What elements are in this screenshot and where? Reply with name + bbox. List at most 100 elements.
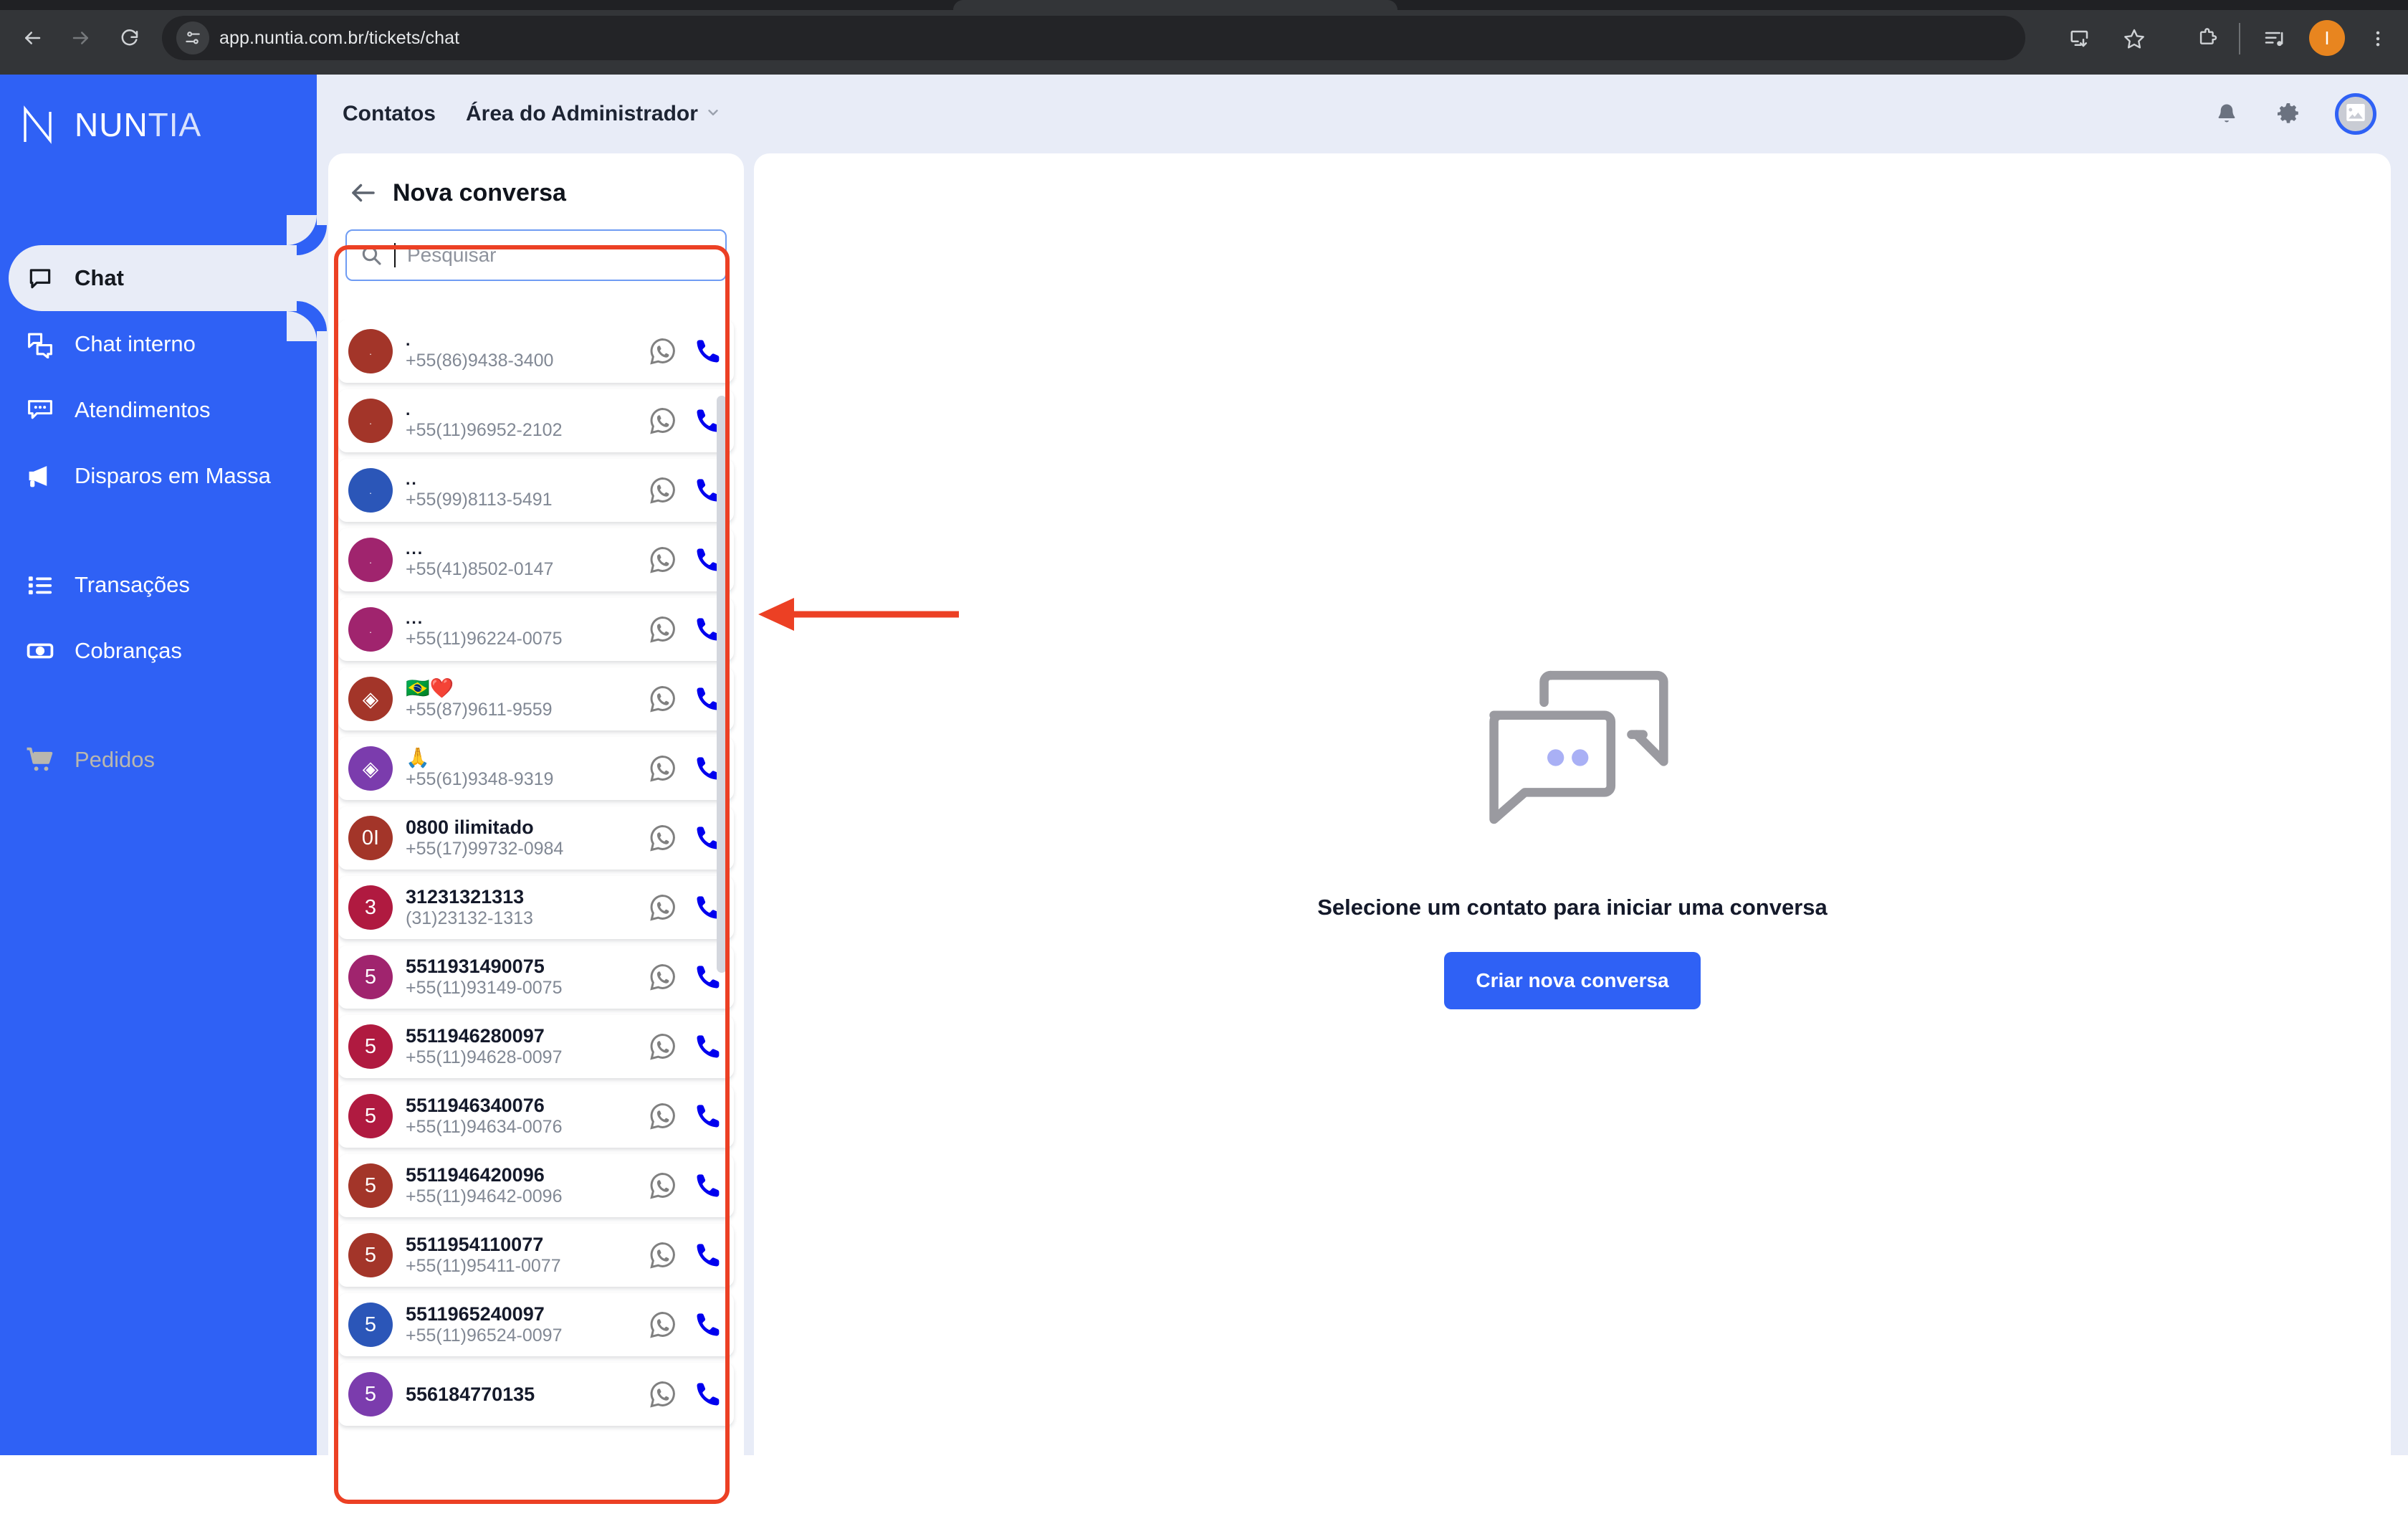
contact-row[interactable]: .. +55(86)9438-3400 bbox=[338, 320, 734, 383]
header-link-label: Contatos bbox=[343, 102, 436, 125]
chrome-profile-avatar[interactable]: I bbox=[2309, 20, 2345, 56]
whatsapp-icon[interactable] bbox=[648, 475, 678, 505]
phone-icon[interactable] bbox=[694, 1241, 722, 1270]
contact-phone: +55(11)95411-0077 bbox=[406, 1256, 561, 1277]
whatsapp-icon[interactable] bbox=[648, 823, 678, 853]
contact-row[interactable]: 0I 0800 ilimitado +55(17)99732-0984 bbox=[338, 806, 734, 870]
whatsapp-icon[interactable] bbox=[648, 1240, 678, 1270]
contact-text: . +55(86)9438-3400 bbox=[406, 331, 642, 371]
phone-icon[interactable] bbox=[694, 1171, 722, 1200]
contact-row[interactable]: 5 5511965240097 +55(11)96524-0097 bbox=[338, 1293, 734, 1356]
contact-phone: +55(87)9611-9559 bbox=[406, 700, 553, 720]
sidebar-item-label: Transações bbox=[75, 572, 190, 597]
phone-icon[interactable] bbox=[694, 1032, 722, 1061]
contact-row[interactable]: 5 5511946420096 +55(11)94642-0096 bbox=[338, 1154, 734, 1217]
contact-list[interactable]: .. +55(86)9438-3400.. +55(11)96952-2102...… bbox=[328, 320, 744, 1519]
install-app-icon[interactable] bbox=[2063, 22, 2097, 56]
address-bar[interactable]: app.nuntia.com.br/tickets/chat bbox=[162, 16, 2025, 60]
phone-icon[interactable] bbox=[694, 1380, 722, 1409]
contact-text: .. +55(99)8113-5491 bbox=[406, 470, 642, 510]
contact-row[interactable]: .... +55(41)8502-0147 bbox=[338, 528, 734, 591]
extensions-puzzle-icon[interactable] bbox=[2190, 22, 2225, 56]
contact-row[interactable]: 5 5511931490075 +55(11)93149-0075 bbox=[338, 946, 734, 1009]
gear-icon[interactable] bbox=[2273, 99, 2303, 129]
list-icon bbox=[24, 569, 56, 601]
phone-icon[interactable] bbox=[694, 1310, 722, 1339]
whatsapp-icon[interactable] bbox=[648, 892, 678, 923]
whatsapp-icon[interactable] bbox=[648, 1171, 678, 1201]
search-input[interactable]: Pesquisar bbox=[345, 229, 727, 281]
contact-list-scrollbar[interactable] bbox=[717, 396, 727, 973]
media-control-icon[interactable] bbox=[2258, 22, 2292, 56]
contact-name: 5511965240097 bbox=[406, 1303, 545, 1325]
url-text: app.nuntia.com.br/tickets/chat bbox=[219, 27, 460, 48]
whatsapp-icon[interactable] bbox=[648, 545, 678, 575]
reload-icon[interactable] bbox=[113, 22, 146, 54]
back-arrow-icon[interactable] bbox=[16, 22, 49, 54]
site-settings-icon[interactable] bbox=[176, 22, 209, 54]
shopping-cart-icon bbox=[24, 744, 56, 776]
contact-actions bbox=[648, 962, 722, 992]
sidebar-item-transacoes[interactable]: Transações bbox=[0, 552, 317, 618]
whatsapp-icon[interactable] bbox=[648, 684, 678, 714]
contact-actions bbox=[648, 1240, 722, 1270]
contact-text: 5511946420096 +55(11)94642-0096 bbox=[406, 1164, 642, 1207]
whatsapp-icon[interactable] bbox=[648, 1032, 678, 1062]
whatsapp-icon[interactable] bbox=[648, 336, 678, 366]
contact-name: . bbox=[406, 331, 412, 350]
sidebar-item-disparos-em-massa[interactable]: Disparos em Massa bbox=[0, 443, 317, 509]
bell-icon[interactable] bbox=[2212, 99, 2242, 129]
brand-name: NUNTIA bbox=[75, 106, 202, 143]
contact-row[interactable]: 3 31231321313 (31)23132-1313 bbox=[338, 876, 734, 939]
whatsapp-icon[interactable] bbox=[648, 753, 678, 784]
create-new-conversation-button[interactable]: Criar nova conversa bbox=[1444, 951, 1701, 1009]
contact-avatar: 5 bbox=[348, 955, 393, 999]
contact-row[interactable]: .... +55(11)96224-0075 bbox=[338, 598, 734, 661]
sidebar-item-pedidos[interactable]: Pedidos bbox=[0, 727, 317, 793]
three-dot-menu-icon[interactable] bbox=[2361, 22, 2395, 56]
contact-actions bbox=[648, 1032, 722, 1062]
whatsapp-icon[interactable] bbox=[648, 1310, 678, 1340]
sidebar-item-chat-interno[interactable]: Chat interno bbox=[0, 311, 317, 377]
whatsapp-icon[interactable] bbox=[648, 614, 678, 644]
sidebar-gap-2 bbox=[0, 684, 317, 727]
contact-avatar: . bbox=[348, 329, 393, 373]
whatsapp-icon[interactable] bbox=[648, 1101, 678, 1131]
contact-text: 5511946340076 +55(11)94634-0076 bbox=[406, 1095, 642, 1138]
contact-phone: +55(17)99732-0984 bbox=[406, 839, 564, 860]
contact-row[interactable]: 5 556184770135 bbox=[338, 1363, 734, 1426]
contact-row[interactable]: ◈ 🙏 +55(61)9348-9319 bbox=[338, 737, 734, 800]
contact-avatar: 5 bbox=[348, 1233, 393, 1277]
active-tab[interactable] bbox=[953, 0, 1398, 10]
header-link-area-do-administrador[interactable]: Área do Administrador bbox=[466, 102, 721, 126]
star-icon[interactable] bbox=[2117, 22, 2151, 56]
contact-text: 5511954110077 +55(11)95411-0077 bbox=[406, 1234, 642, 1277]
contact-row[interactable]: ◈ 🇧🇷❤️ +55(87)9611-9559 bbox=[338, 667, 734, 730]
contact-row[interactable]: 5 5511954110077 +55(11)95411-0077 bbox=[338, 1224, 734, 1287]
forward-arrow-icon[interactable] bbox=[64, 22, 97, 54]
contact-row[interactable]: 5 5511946340076 +55(11)94634-0076 bbox=[338, 1085, 734, 1148]
sidebar-item-atendimentos[interactable]: Atendimentos bbox=[0, 377, 317, 443]
contact-row[interactable]: .. +55(11)96952-2102 bbox=[338, 389, 734, 452]
sidebar-item-chat[interactable]: Chat bbox=[9, 215, 317, 341]
whatsapp-icon[interactable] bbox=[648, 1379, 678, 1409]
toolbar-divider bbox=[2239, 23, 2240, 54]
new-conversation-panel: Nova conversa Pesquisar .. +55(86)9438-34… bbox=[328, 153, 744, 1519]
contact-actions bbox=[648, 892, 722, 923]
whatsapp-icon[interactable] bbox=[648, 406, 678, 436]
whatsapp-icon[interactable] bbox=[648, 962, 678, 992]
phone-icon[interactable] bbox=[694, 337, 722, 366]
chat-empty-state: Selecione um contato para iniciar uma co… bbox=[754, 153, 2391, 1519]
sidebar-item-cobrancas[interactable]: Cobranças bbox=[0, 618, 317, 684]
avatar[interactable] bbox=[2335, 93, 2376, 135]
back-arrow-icon[interactable] bbox=[348, 178, 378, 208]
contact-row[interactable]: ... +55(99)8113-5491 bbox=[338, 459, 734, 522]
phone-icon[interactable] bbox=[694, 1102, 722, 1130]
header-link-contatos[interactable]: Contatos bbox=[343, 102, 436, 126]
contact-text: 5511965240097 +55(11)96524-0097 bbox=[406, 1303, 642, 1346]
contact-phone: +55(61)9348-9319 bbox=[406, 769, 554, 790]
contact-row[interactable]: 5 5511946280097 +55(11)94628-0097 bbox=[338, 1015, 734, 1078]
search-wrapper: Pesquisar bbox=[328, 212, 744, 281]
contact-actions bbox=[648, 823, 722, 853]
contact-phone: +55(11)94634-0076 bbox=[406, 1117, 563, 1138]
